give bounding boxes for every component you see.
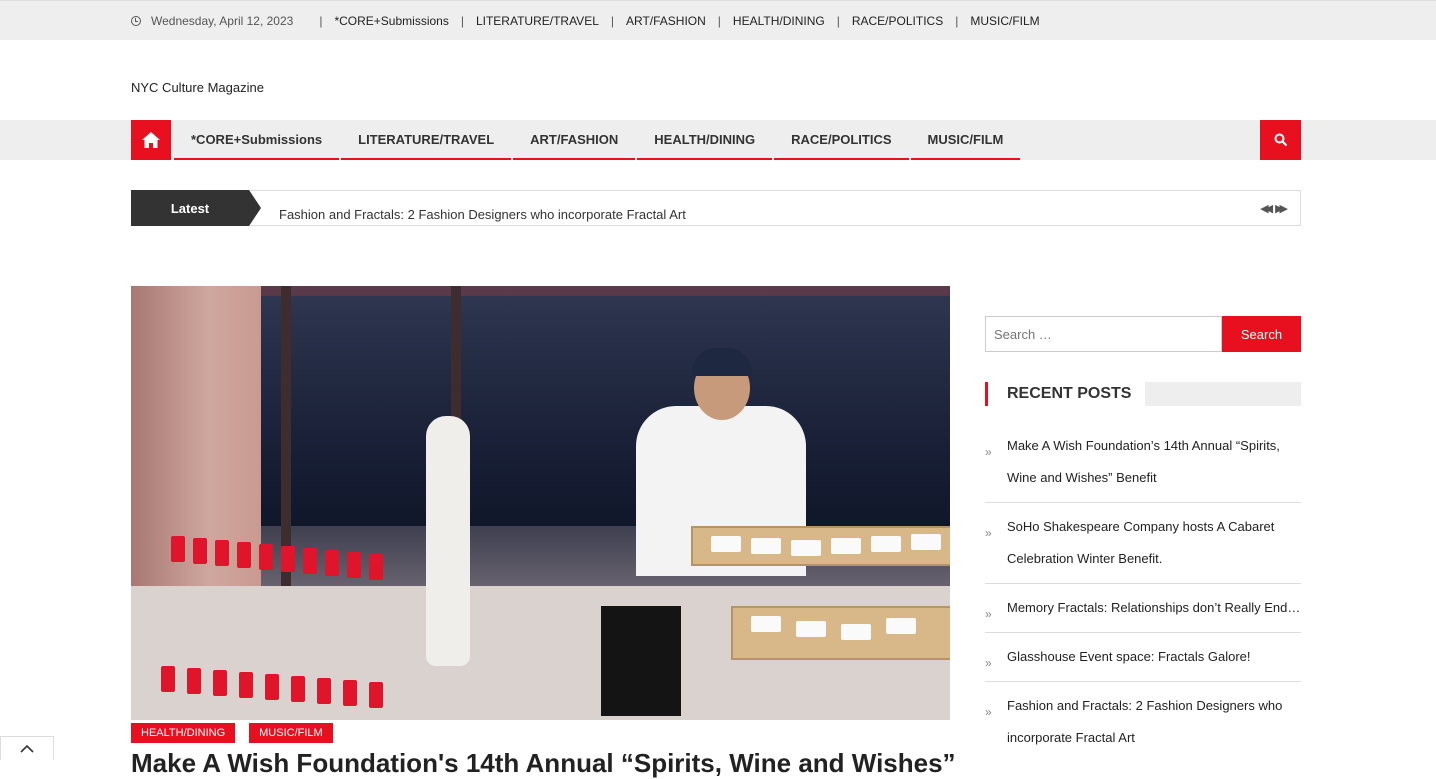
nav-item-core-submissions[interactable]: *CORE+Submissions [174,120,340,160]
image-plate [711,536,741,552]
recent-posts-list: » Make A Wish Foundation’s 14th Annual “… [985,422,1301,762]
heading-fill [1145,382,1301,406]
separator: | [836,14,840,28]
recent-post-link[interactable]: Make A Wish Foundation’s 14th Annual “Sp… [1007,438,1280,485]
nav-search-button[interactable] [1260,120,1301,160]
top-link-music-film[interactable]: MUSIC/FILM [970,14,1039,28]
featured-post-title[interactable]: Make A Wish Foundation's 14th Annual “Sp… [131,748,956,779]
clock-icon [131,16,141,26]
image-plate [886,618,916,634]
image-glass [303,548,317,574]
featured-image[interactable] [131,286,950,720]
ticker-headline[interactable]: Fashion and Fractals: 2 Fashion Designer… [279,207,686,222]
image-glass [213,670,227,696]
image-plate [751,538,781,554]
image-glass [171,536,185,562]
search-button[interactable]: Search [1222,316,1301,352]
separator: | [955,14,959,28]
separator: | [610,14,614,28]
image-glass [239,672,253,698]
nav-item-literature-travel[interactable]: LITERATURE/TRAVEL [341,120,512,160]
heading-accent-bar [985,382,988,406]
site-title[interactable]: NYC Culture Magazine [131,80,264,95]
latest-ticker: Latest Fashion and Fractals: 2 Fashion D… [131,190,1301,226]
separator: | [717,14,721,28]
chevron-left-icon[interactable]: ◀◀ [1260,202,1273,215]
recent-post-item[interactable]: » Fashion and Fractals: 2 Fashion Design… [985,682,1301,762]
scroll-to-top-button[interactable] [0,736,54,760]
recent-posts-title: RECENT POSTS [1007,385,1132,402]
image-glass [281,546,295,572]
current-date: Wednesday, April 12, 2023 [151,14,294,28]
nav-item-music-film[interactable]: MUSIC/FILM [910,120,1021,160]
image-glass [347,552,361,578]
image-plate [796,621,826,637]
recent-post-link[interactable]: Memory Fractals: Relationships don’t Rea… [1007,600,1300,615]
image-plate [751,616,781,632]
top-link-health-dining[interactable]: HEALTH/DINING [733,14,825,28]
image-glass [259,544,273,570]
home-button[interactable] [131,120,171,160]
search-icon [1274,133,1287,147]
chevron-right-icon: » [985,445,992,459]
recent-post-link[interactable]: SoHo Shakespeare Company hosts A Cabaret… [1007,519,1274,566]
chevron-right-icon: » [985,705,992,719]
top-link-literature-travel[interactable]: LITERATURE/TRAVEL [476,14,599,28]
recent-post-link[interactable]: Glasshouse Event space: Fractals Galore! [1007,649,1251,664]
chevron-up-icon [20,744,34,753]
post-tags: HEALTH/DINING MUSIC/FILM [131,723,333,743]
image-glass [237,542,251,568]
top-link-art-fashion[interactable]: ART/FASHION [626,14,706,28]
tag-health-dining[interactable]: HEALTH/DINING [131,723,236,743]
recent-post-item[interactable]: » Memory Fractals: Relationships don’t R… [985,584,1301,633]
recent-post-item[interactable]: » Glasshouse Event space: Fractals Galor… [985,633,1301,682]
separator: | [460,14,464,28]
chevron-right-icon: » [985,656,992,670]
recent-posts-heading: RECENT POSTS [985,382,1301,406]
separator: | [319,14,323,28]
nav-items: *CORE+Submissions LITERATURE/TRAVEL ART/… [174,120,1022,160]
nav-item-race-politics[interactable]: RACE/POLITICS [774,120,909,160]
image-vase [426,416,470,666]
image-glass [265,674,279,700]
image-glass [343,680,357,706]
tag-music-film[interactable]: MUSIC/FILM [249,723,333,743]
image-glass [291,676,305,702]
recent-post-item[interactable]: » Make A Wish Foundation’s 14th Annual “… [985,422,1301,503]
image-plate [831,538,861,554]
top-link-race-politics[interactable]: RACE/POLITICS [852,14,943,28]
image-glass [369,682,383,708]
ticker-controls: ◀◀ ▶▶ [1260,202,1288,215]
recent-post-item[interactable]: » SoHo Shakespeare Company hosts A Cabar… [985,503,1301,584]
image-glass [187,668,201,694]
top-bar-inner: Wednesday, April 12, 2023 | *CORE+Submis… [131,1,1040,41]
image-plate [911,534,941,550]
ticker-label: Latest [131,190,261,226]
chevron-right-icon: » [985,607,992,621]
image-glass [193,538,207,564]
image-glass [317,678,331,704]
top-bar: Wednesday, April 12, 2023 | *CORE+Submis… [0,0,1436,40]
image-glass [369,554,383,580]
chevron-right-icon: » [985,526,992,540]
image-plate [871,536,901,552]
top-link-core-submissions[interactable]: *CORE+Submissions [334,14,448,28]
search-input[interactable] [985,316,1222,352]
home-icon [142,132,160,148]
image-plate [791,540,821,556]
nav-item-health-dining[interactable]: HEALTH/DINING [637,120,773,160]
image-glass [325,550,339,576]
sidebar-search-form: Search [985,316,1301,352]
image-frame [281,286,291,586]
recent-post-link[interactable]: Fashion and Fractals: 2 Fashion Designer… [1007,698,1282,745]
chevron-right-icon[interactable]: ▶▶ [1275,202,1288,215]
main-nav: *CORE+Submissions LITERATURE/TRAVEL ART/… [0,120,1436,160]
image-plate [841,624,871,640]
nav-item-art-fashion[interactable]: ART/FASHION [513,120,636,160]
image-glass [161,666,175,692]
image-glass [215,540,229,566]
image-sign [601,606,681,716]
